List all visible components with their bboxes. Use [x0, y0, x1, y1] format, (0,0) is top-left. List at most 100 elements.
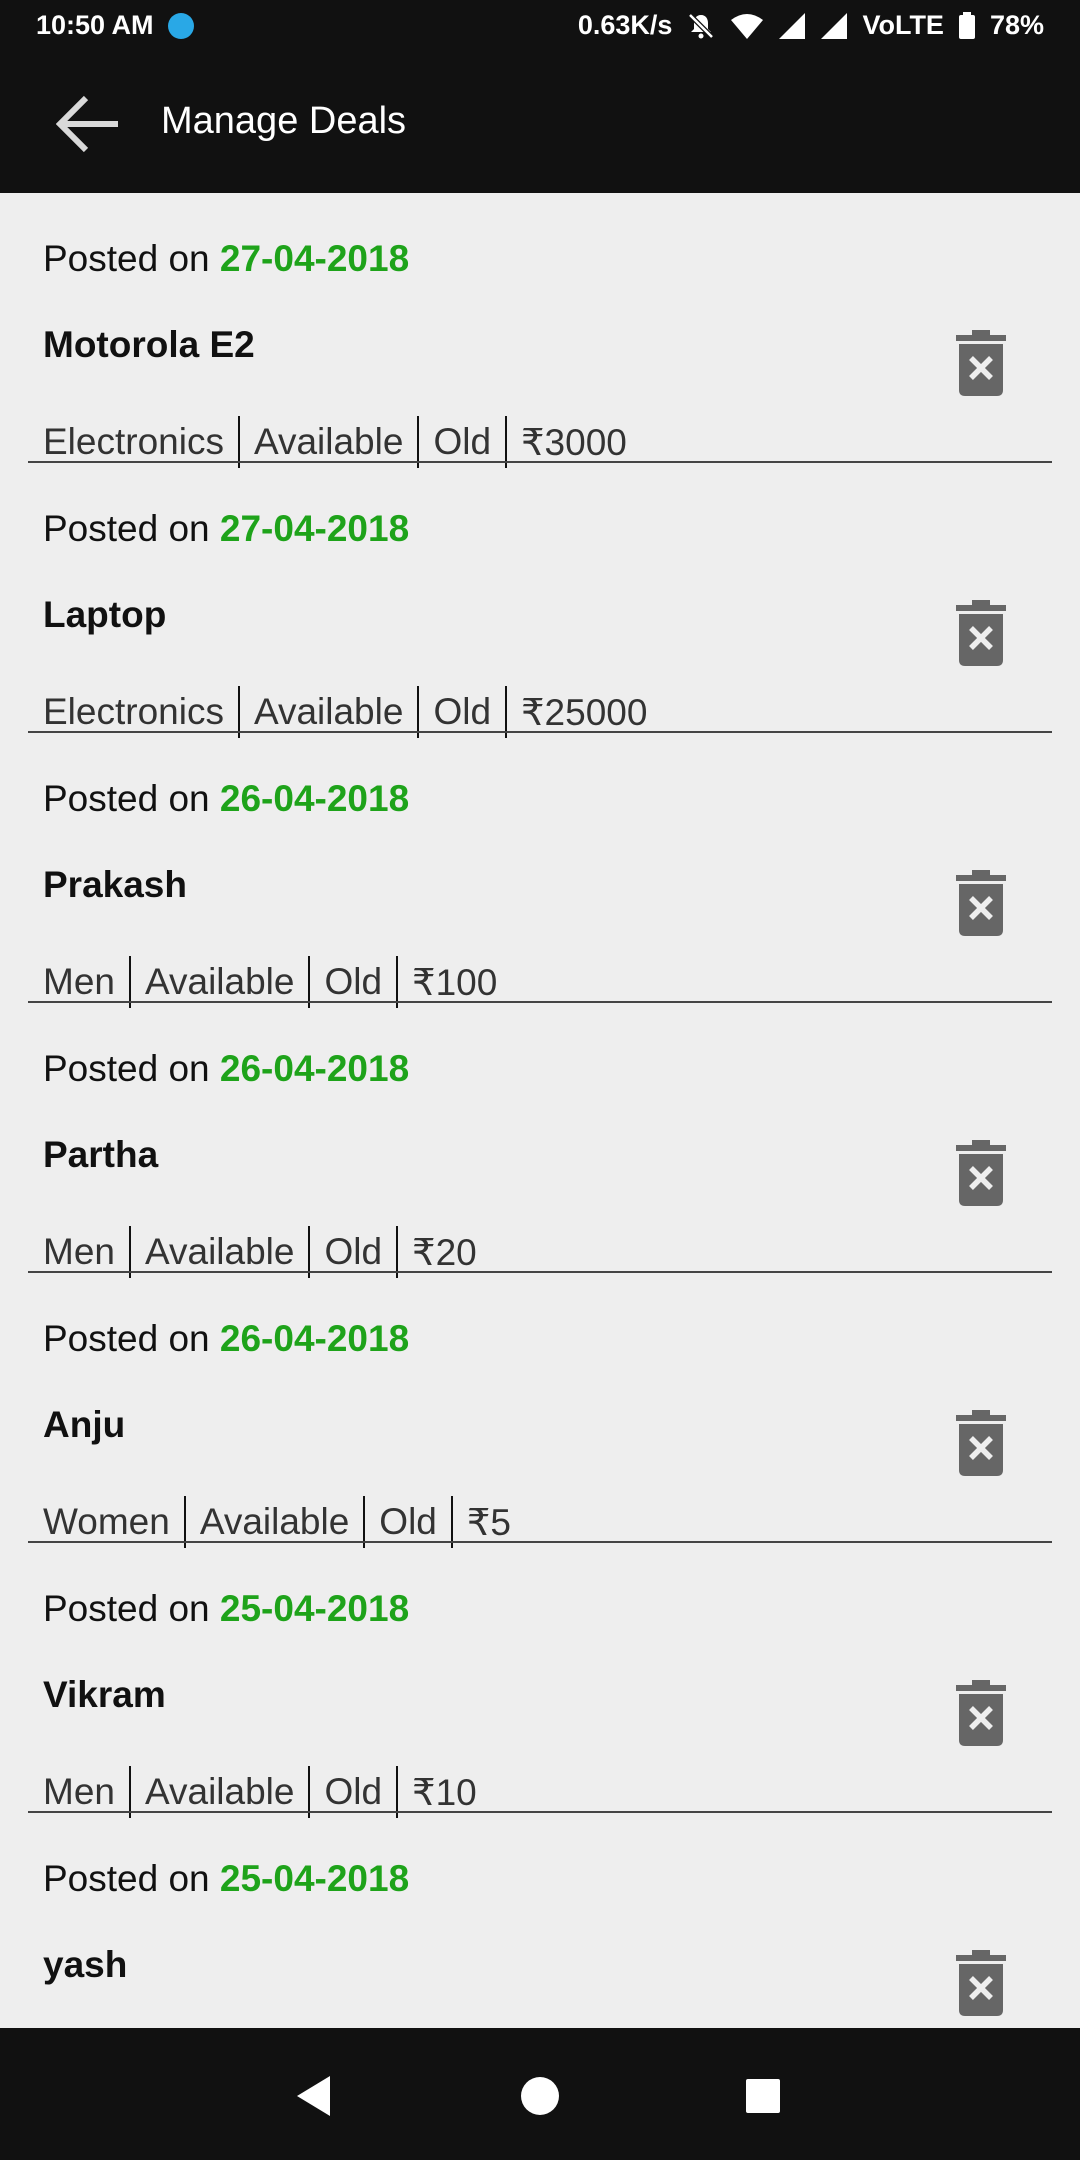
- divider: [308, 1226, 311, 1278]
- divider: [363, 1496, 366, 1548]
- deal-posted-on: Posted on 27-04-2018: [43, 508, 409, 550]
- deal-date: 25-04-2018: [219, 1588, 410, 1629]
- circle-home-icon: [521, 2077, 559, 2115]
- divider: [396, 956, 399, 1008]
- delete-button[interactable]: [956, 1950, 1006, 2016]
- delete-button[interactable]: [956, 1410, 1006, 1476]
- deal-date: 25-04-2018: [219, 1858, 410, 1899]
- deal-list: Posted on 27-04-2018 Motorola E2 Electro…: [0, 193, 1080, 2028]
- delete-button[interactable]: [956, 330, 1006, 396]
- deal-name: Vikram: [43, 1674, 166, 1715]
- posted-label: Posted on: [43, 238, 220, 279]
- trash-x-icon: [956, 600, 1006, 666]
- deal-price: ₹20: [412, 1231, 477, 1273]
- status-time: 10:50 AM: [36, 10, 154, 40]
- posted-label: Posted on: [43, 778, 220, 819]
- deal-meta: Electronics Available Old ₹3000: [43, 415, 627, 469]
- list-item[interactable]: Posted on 25-04-2018 Vikram Men Availabl…: [0, 1543, 1080, 1818]
- mute-icon: [686, 11, 716, 41]
- divider: [308, 956, 311, 1008]
- deal-category: Women: [43, 1501, 170, 1542]
- back-button[interactable]: [48, 86, 128, 162]
- trash-x-icon: [956, 1140, 1006, 1206]
- status-bar: 10:50 AM 0.63K/s VoLTE 78%: [0, 0, 1080, 56]
- posted-label: Posted on: [43, 1318, 220, 1359]
- list-item[interactable]: Posted on 26-04-2018 Partha Men Availabl…: [0, 1003, 1080, 1278]
- deal-condition: Old: [324, 961, 383, 1002]
- deal-meta: Women Available Old ₹5: [43, 1495, 511, 1549]
- deal-condition: Old: [324, 1231, 383, 1272]
- deal-name: Motorola E2: [43, 324, 255, 365]
- deal-meta: Men Available Old ₹20: [43, 1225, 477, 1279]
- divider: [128, 1766, 131, 1818]
- delete-button[interactable]: [956, 1680, 1006, 1746]
- deal-name: yash: [43, 1944, 128, 1985]
- deal-date: 27-04-2018: [219, 238, 410, 279]
- deal-availability: Available: [144, 1231, 295, 1272]
- navigation-bar: [0, 2028, 1080, 2160]
- deal-name: Partha: [43, 1134, 159, 1175]
- deal-name: Laptop: [43, 594, 167, 635]
- deal-price: ₹10: [412, 1771, 477, 1813]
- delete-button[interactable]: [956, 870, 1006, 936]
- divider: [505, 686, 508, 738]
- trash-x-icon: [956, 870, 1006, 936]
- deal-posted-on: Posted on 27-04-2018: [43, 238, 409, 280]
- divider: [183, 1496, 186, 1548]
- list-item[interactable]: Posted on 25-04-2018 yash: [0, 1813, 1080, 2028]
- status-right: 0.63K/s VoLTE 78%: [578, 10, 1044, 41]
- divider: [128, 1226, 131, 1278]
- posted-label: Posted on: [43, 508, 220, 549]
- deal-posted-on: Posted on 25-04-2018: [43, 1858, 409, 1900]
- posted-label: Posted on: [43, 1048, 220, 1089]
- deal-meta: Men Available Old ₹100: [43, 955, 497, 1009]
- notification-dot-icon: [167, 12, 194, 39]
- arrow-left-icon: [56, 95, 118, 153]
- deal-category: Men: [43, 1771, 115, 1812]
- deal-category: Men: [43, 1231, 115, 1272]
- posted-label: Posted on: [43, 1858, 220, 1899]
- divider: [417, 416, 420, 468]
- divider: [450, 1496, 453, 1548]
- trash-x-icon: [956, 330, 1006, 396]
- deal-category: Electronics: [43, 691, 224, 732]
- trash-x-icon: [956, 1680, 1006, 1746]
- battery-level: 78%: [989, 10, 1044, 40]
- divider: [237, 416, 240, 468]
- deal-price: ₹25000: [521, 691, 648, 733]
- list-item[interactable]: Posted on 27-04-2018 Laptop Electronics …: [0, 463, 1080, 738]
- deal-posted-on: Posted on 26-04-2018: [43, 1048, 409, 1090]
- nav-back-button[interactable]: [284, 2066, 344, 2126]
- nav-home-button[interactable]: [510, 2066, 570, 2126]
- deal-posted-on: Posted on 26-04-2018: [43, 778, 409, 820]
- deal-date: 27-04-2018: [219, 508, 410, 549]
- divider: [308, 1766, 311, 1818]
- deal-availability: Available: [199, 1501, 350, 1542]
- deal-condition: Old: [433, 691, 492, 732]
- deal-availability: Available: [253, 421, 404, 462]
- deal-posted-on: Posted on 26-04-2018: [43, 1318, 409, 1360]
- deal-category: Men: [43, 961, 115, 1002]
- deal-name: Prakash: [43, 864, 187, 905]
- list-item[interactable]: Posted on 27-04-2018 Motorola E2 Electro…: [0, 193, 1080, 468]
- deal-date: 26-04-2018: [219, 1318, 410, 1359]
- deal-posted-on: Posted on 25-04-2018: [43, 1588, 409, 1630]
- divider: [237, 686, 240, 738]
- delete-button[interactable]: [956, 1140, 1006, 1206]
- divider: [396, 1226, 399, 1278]
- nav-recents-button[interactable]: [733, 2066, 793, 2126]
- network-type: VoLTE: [862, 10, 944, 40]
- delete-button[interactable]: [956, 600, 1006, 666]
- deal-condition: Old: [324, 1771, 383, 1812]
- square-recents-icon: [746, 2079, 780, 2113]
- trash-x-icon: [956, 1410, 1006, 1476]
- divider: [417, 686, 420, 738]
- deal-date: 26-04-2018: [219, 1048, 410, 1089]
- app-bar: Manage Deals: [0, 56, 1080, 193]
- status-left: 10:50 AM: [36, 10, 194, 41]
- list-item[interactable]: Posted on 26-04-2018 Prakash Men Availab…: [0, 733, 1080, 1008]
- trash-x-icon: [956, 1950, 1006, 2016]
- deal-condition: Old: [379, 1501, 437, 1542]
- list-item[interactable]: Posted on 26-04-2018 Anju Women Availabl…: [0, 1273, 1080, 1548]
- deal-condition: Old: [433, 421, 492, 462]
